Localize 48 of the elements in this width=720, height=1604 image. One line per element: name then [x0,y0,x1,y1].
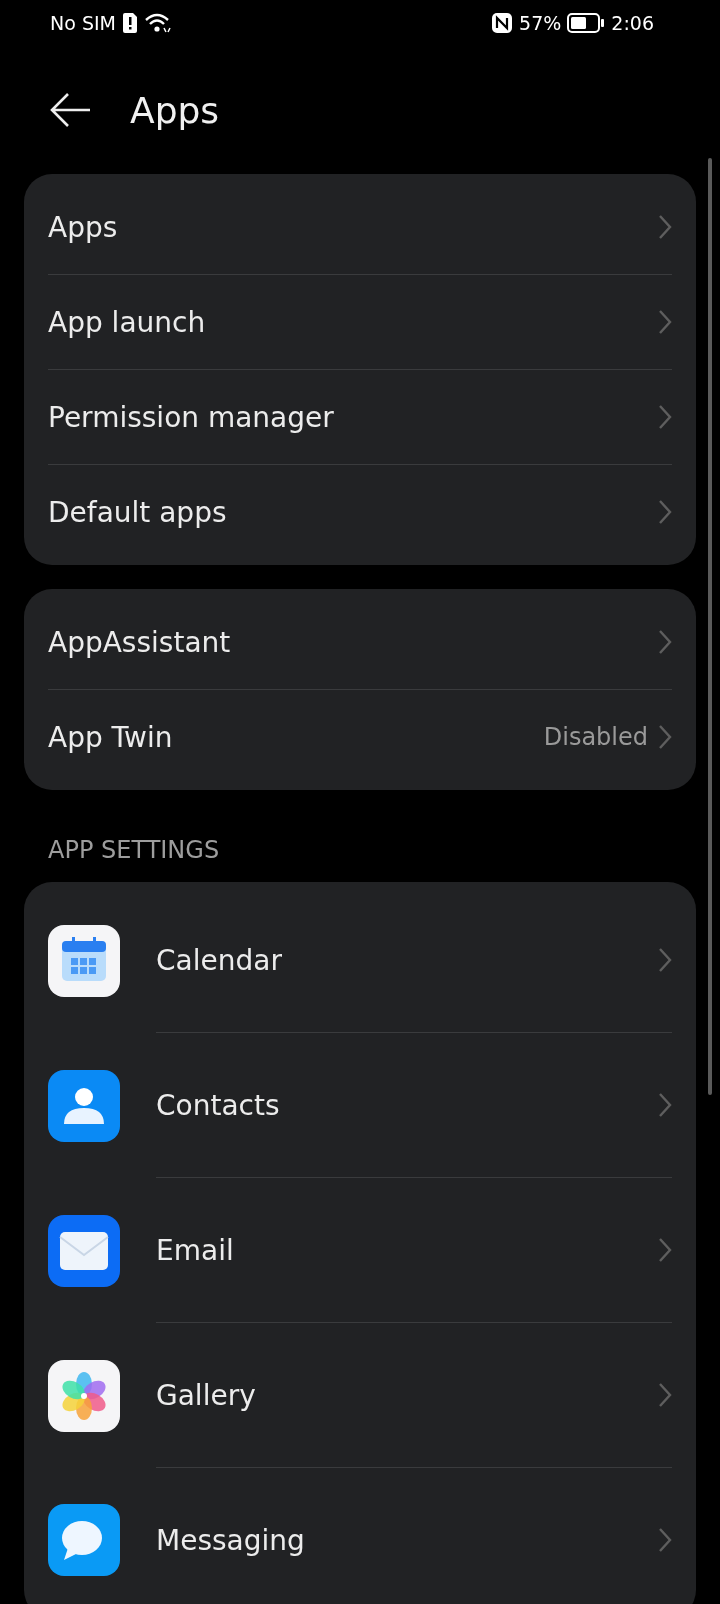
app-name: Contacts [156,1088,281,1122]
app-name: Gallery [156,1378,257,1412]
wifi-icon [143,12,172,34]
app-row[interactable]: Messaging [156,1468,672,1604]
app-row[interactable]: Email [156,1178,672,1323]
settings-row[interactable]: AppAssistant [48,595,672,690]
chevron-icon [658,947,672,973]
row-value: Disabled [543,723,648,751]
chevron-icon [658,499,672,525]
chevron-icon [658,1092,672,1118]
chevron-icon [658,404,672,430]
nfc-icon [491,12,514,34]
section-heading: APP SETTINGS [47,835,221,866]
envelope-icon [48,1214,120,1287]
settings-row[interactable]: App launch [48,275,672,370]
settings-row[interactable]: Apps [48,180,672,275]
row-label: Permission manager [48,400,335,434]
chevron-icon [658,309,672,335]
app-name: Email [156,1233,235,1267]
chevron-icon [658,629,672,655]
settings-row[interactable]: Default apps [48,465,672,559]
row-label: Default apps [48,495,228,529]
settings-row[interactable]: App Twin Disabled [48,690,672,784]
clock-time: 2:06 [611,12,654,34]
row-label: Apps [48,210,119,244]
app-name: Messaging [156,1523,306,1557]
row-label: App launch [48,305,207,339]
app-name: Calendar [156,943,283,977]
flower-icon [48,1359,120,1432]
app-row[interactable]: Contacts [156,1033,672,1178]
chevron-icon [658,214,672,240]
chevron-icon [658,724,672,750]
app-row[interactable]: Calendar [156,888,672,1033]
row-label: AppAssistant [48,625,232,659]
person-icon [48,1069,120,1142]
app-row[interactable]: Gallery [156,1323,672,1468]
settings-row[interactable]: Permission manager [48,370,672,465]
carrier-text: No SIM [50,12,116,34]
calendar-icon [48,924,120,997]
speech-bubble-icon [48,1504,120,1576]
sim-alert-icon [121,12,138,34]
row-label: App Twin [48,720,174,754]
page-title: Apps [130,89,220,131]
chevron-icon [658,1382,672,1408]
battery-percent: 57% [519,12,562,34]
chevron-icon [658,1527,672,1553]
chevron-icon [658,1237,672,1263]
battery-icon [567,12,606,34]
